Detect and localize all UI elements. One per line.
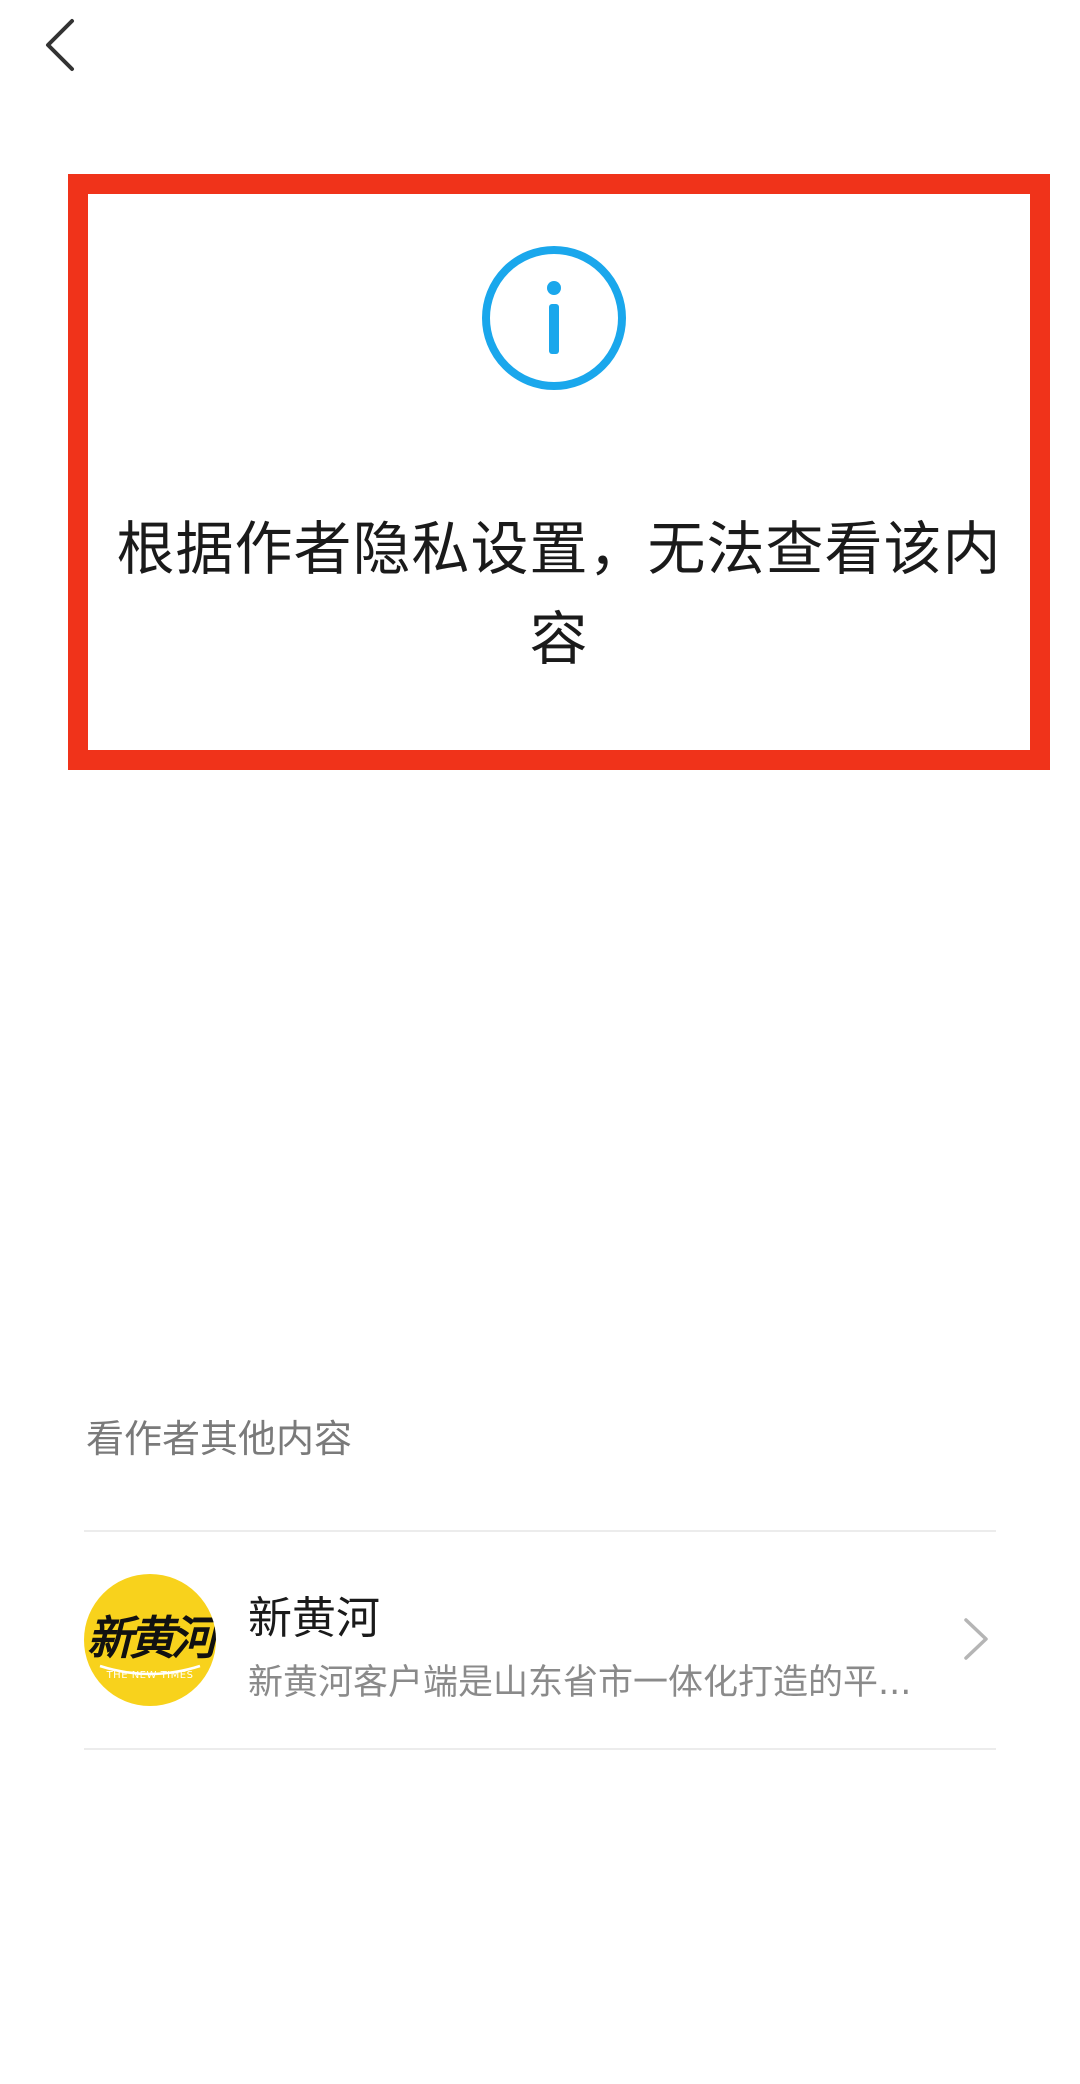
author-description: 新黄河客户端是山东省市一体化打造的平...: [248, 1663, 912, 1703]
chevron-left-icon: [46, 19, 74, 71]
back-button[interactable]: [30, 10, 90, 80]
avatar: 新黄河 THE NEW TIMES: [84, 1574, 216, 1706]
avatar-logo-subtext: THE NEW TIMES: [106, 1670, 194, 1681]
privacy-message: 根据作者隐私设置，无法查看该内容: [116, 515, 1002, 673]
divider: [84, 1748, 996, 1750]
section-title: 看作者其他内容: [86, 1417, 353, 1461]
chevron-right-icon: [964, 1618, 988, 1660]
privacy-notice-box: 根据作者隐私设置，无法查看该内容: [68, 174, 1050, 770]
info-circle-icon: [482, 246, 626, 390]
author-name: 新黄河: [248, 1593, 380, 1644]
avatar-logo-text: 新黄河: [87, 1611, 216, 1665]
page: 根据作者隐私设置，无法查看该内容 看作者其他内容 新黄河 THE NEW TIM…: [0, 0, 1080, 2084]
author-item[interactable]: 新黄河 THE NEW TIMES 新黄河 新黄河客户端是山东省市一体化打造的平…: [84, 1532, 996, 1748]
